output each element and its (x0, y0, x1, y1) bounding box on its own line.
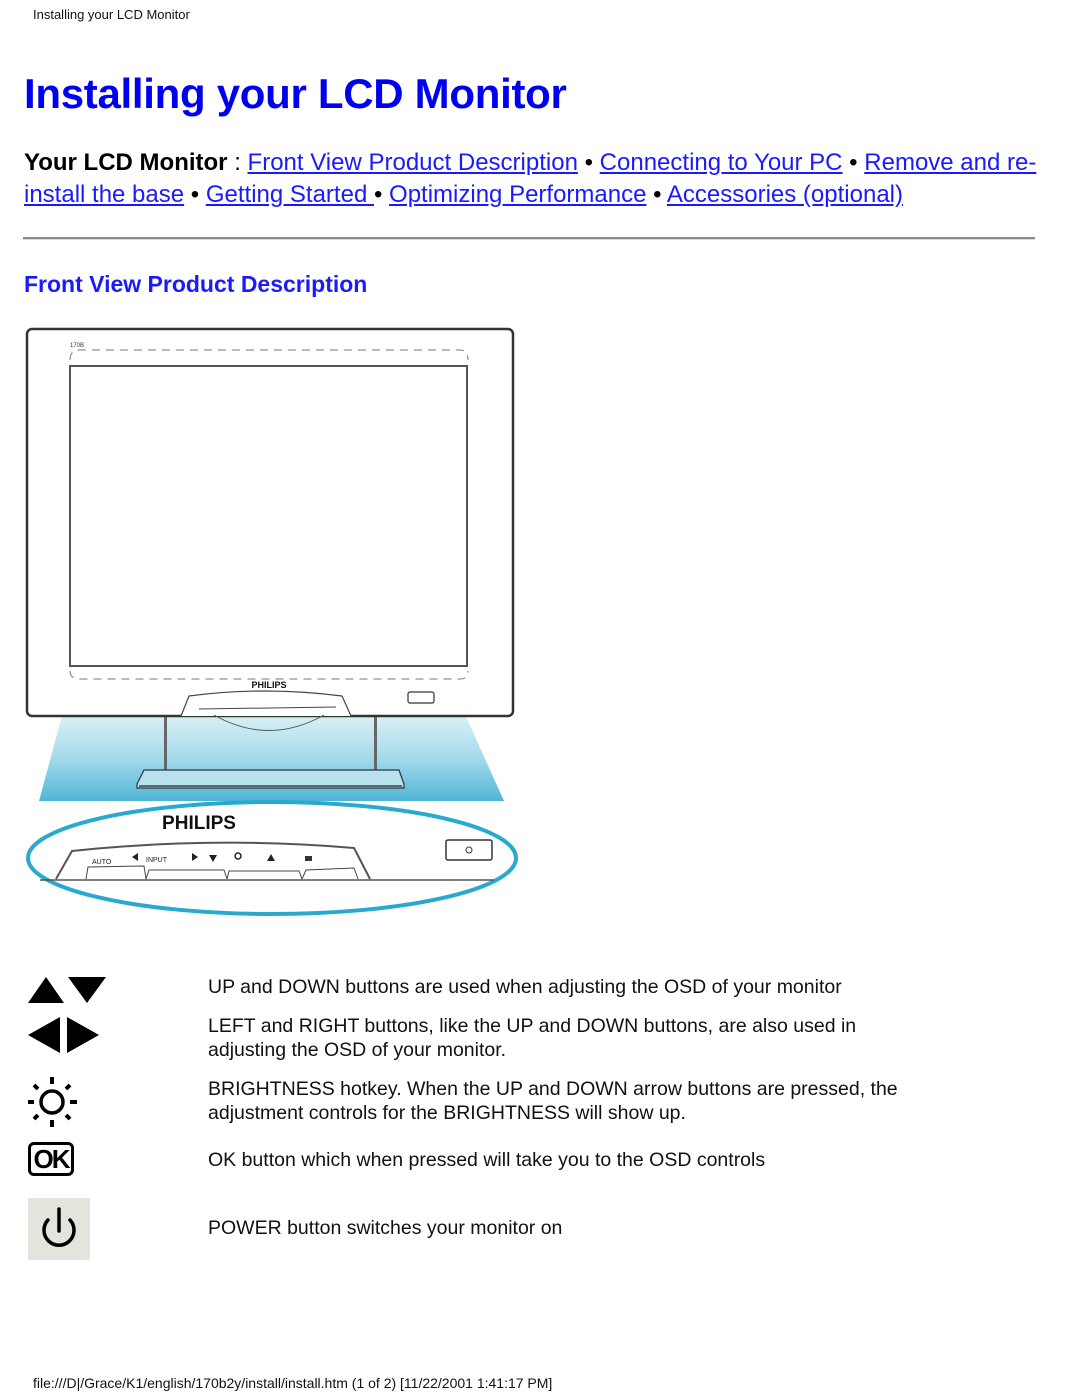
nav-bullet: • (842, 149, 865, 176)
horizontal-divider (23, 237, 1035, 240)
brand-logo-small: PHILIPS (251, 680, 286, 690)
nav-prefix: Your LCD Monitor (24, 149, 228, 176)
control-panel-small (180, 690, 352, 717)
brand-logo-large: PHILIPS (162, 813, 236, 834)
legend-text-power: POWER button switches your monitor on (208, 1217, 563, 1239)
nav-colon: : (227, 149, 248, 176)
power-icon (42, 1207, 76, 1247)
nav-bullet: • (184, 181, 206, 208)
nav-bullet: • (646, 181, 667, 208)
monitor-front-view-illustration: 170B PHILIPS PHILIPS AUTO INPUT (24, 326, 524, 916)
ok-icon: OK (28, 1142, 74, 1176)
legend-text-left-right: LEFT and RIGHT buttons, like the UP and … (208, 1015, 857, 1061)
stand-neck-left (164, 716, 167, 771)
page-header-title: Installing your LCD Monitor (33, 7, 190, 22)
model-label: 170B (70, 343, 84, 349)
nav-bullet: • (577, 149, 600, 176)
page-title: Installing your LCD Monitor (24, 70, 567, 117)
power-icon-background (28, 1198, 90, 1260)
legend-text-ok: OK button which when pressed will take y… (208, 1149, 766, 1171)
input-button-label: INPUT (146, 857, 168, 864)
monitor-illustration-svg: 170B PHILIPS PHILIPS AUTO INPUT (25, 327, 518, 916)
power-button-large (445, 839, 493, 861)
nav-link-optimizing[interactable]: Optimizing Performance (389, 181, 646, 208)
stand-neck-right (374, 716, 377, 771)
auto-button-label: AUTO (92, 859, 112, 866)
nav-link-connecting[interactable]: Connecting to Your PC (600, 149, 843, 176)
monitor-screen (69, 365, 468, 667)
brightness-sun-icon (28, 1077, 77, 1127)
section-title: Front View Product Description (24, 271, 368, 297)
ok-button-glyph (305, 856, 312, 861)
up-down-arrows-icon (28, 977, 106, 1003)
nav-bullet: • (373, 181, 390, 208)
legend-text-brightness: BRIGHTNESS hotkey. When the UP and DOWN … (208, 1078, 898, 1124)
section-navigation: Your LCD Monitor : Front View Product De… (24, 147, 1054, 211)
stand-base (136, 769, 405, 789)
page-footer-path: file:///D|/Grace/K1/english/170b2y/insta… (33, 1375, 553, 1391)
nav-link-getting-started[interactable]: Getting Started (206, 181, 374, 208)
power-button-small (407, 691, 435, 704)
nav-link-accessories[interactable]: Accessories (optional) (667, 181, 903, 208)
nav-link-front-view[interactable]: Front View Product Description (248, 149, 578, 176)
left-right-arrows-icon (28, 1017, 99, 1053)
legend-text-up-down: UP and DOWN buttons are used when adjust… (208, 976, 842, 998)
